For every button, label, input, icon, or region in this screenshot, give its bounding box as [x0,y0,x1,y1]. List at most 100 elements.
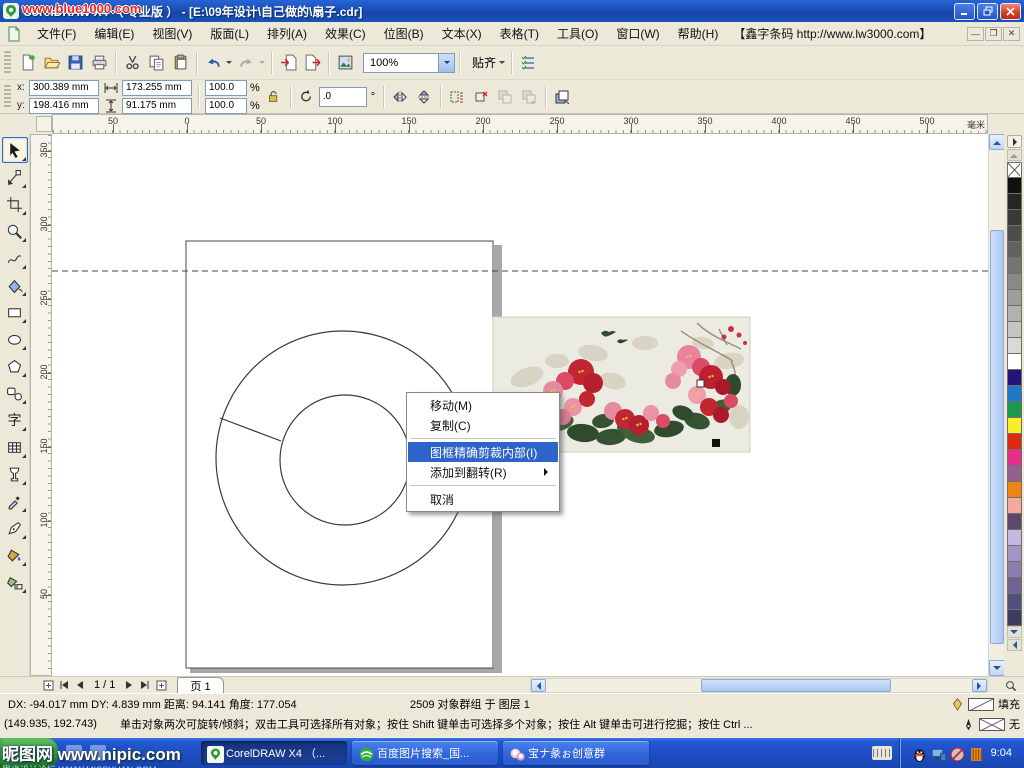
mirror-vertical-button[interactable] [412,85,436,109]
color-swatch[interactable] [1007,370,1022,386]
taskbar-button-1[interactable]: CorelDRAW X4 （... [201,741,347,765]
next-page-button[interactable] [121,678,137,693]
color-swatch[interactable] [1007,274,1022,290]
interactive-blend-tool[interactable] [2,461,28,487]
previous-page-button[interactable] [72,678,88,693]
menu-item-9[interactable]: 表格(T) [491,24,548,44]
import-button[interactable] [276,51,300,75]
paste-button[interactable] [168,51,192,75]
color-swatch[interactable] [1007,562,1022,578]
color-swatch[interactable] [1007,418,1022,434]
shape-tool[interactable] [2,164,28,190]
zoom-level-combo[interactable]: 100% [363,53,455,73]
menu-item-11[interactable]: 窗口(W) [607,24,668,44]
polygon-tool[interactable] [2,353,28,379]
redo-dropdown-arrow[interactable] [259,61,265,67]
color-swatch[interactable] [1007,210,1022,226]
palette-expand-button[interactable] [1007,639,1022,651]
palette-flyout-button[interactable] [1007,135,1022,148]
new-button[interactable] [15,51,39,75]
menu-item-5[interactable]: 排列(A) [258,24,316,44]
menu-item-6[interactable]: 效果(C) [316,24,375,44]
rotation-field[interactable]: .0 [319,87,367,107]
options-button[interactable] [516,51,540,75]
horizontal-scrollbar[interactable] [530,678,988,693]
color-swatch[interactable] [1007,450,1022,466]
eyedropper-tool[interactable] [2,488,28,514]
remove-frame-button[interactable] [469,85,493,109]
color-swatch[interactable] [1007,578,1022,594]
last-page-button[interactable] [137,678,153,693]
download-tray-icon[interactable] [968,746,983,761]
menu-item-4[interactable]: 版面(L) [201,24,258,44]
snap-dropdown-arrow[interactable] [499,61,505,67]
color-swatch[interactable] [1007,322,1022,338]
input-method-icon[interactable] [872,746,892,760]
open-button[interactable] [39,51,63,75]
scale-v-field[interactable]: 100.0 [205,98,247,114]
close-button[interactable] [1000,3,1021,20]
color-swatch[interactable] [1007,258,1022,274]
add-page-end-button[interactable] [153,678,169,693]
color-swatch[interactable] [1007,610,1022,626]
doc-restore-button[interactable]: ❐ [985,27,1002,41]
color-swatch[interactable] [1007,434,1022,450]
color-swatch[interactable] [1007,226,1022,242]
quick-launch-icon-1[interactable] [66,745,82,761]
copy-button[interactable] [144,51,168,75]
cut-button[interactable] [120,51,144,75]
page-tab[interactable]: 页 1 [177,677,223,693]
menu-item-10[interactable]: 工具(O) [548,24,607,44]
vertical-ruler[interactable]: 35030025020015010050 [30,134,52,676]
color-swatch[interactable] [1007,546,1022,562]
save-button[interactable] [63,51,87,75]
crop-tool[interactable] [2,191,28,217]
zoom-tool[interactable] [2,218,28,244]
selection-handle[interactable] [712,439,720,447]
interactive-fill-tool[interactable] [2,569,28,595]
menu-item-3[interactable]: 视图(V) [143,24,201,44]
color-swatch[interactable] [1007,482,1022,498]
no-color-swatch[interactable] [1007,162,1022,178]
scroll-up-button[interactable] [989,134,1005,150]
color-swatch[interactable] [1007,306,1022,322]
taskbar-button-3[interactable]: 宝ナ彖ぉ创意群 [503,741,649,765]
object-width-field[interactable]: 173.255 mm [122,80,192,96]
scroll-down-button[interactable] [989,660,1005,676]
toolbar-grip[interactable] [4,51,11,75]
object-height-field[interactable]: 91.175 mm [122,98,192,114]
freehand-tool[interactable] [2,245,28,271]
color-swatch[interactable] [1007,402,1022,418]
context-menu-item-7[interactable]: 取消 [408,489,558,509]
restore-button[interactable] [977,3,998,20]
to-front-button[interactable] [550,85,574,109]
context-menu-item-4[interactable]: 图框精确剪裁内部(I) [408,442,558,462]
vertical-scrollbar[interactable] [988,134,1004,676]
color-swatch[interactable] [1007,594,1022,610]
color-swatch[interactable] [1007,386,1022,402]
zoom-combo-arrow[interactable] [438,54,454,72]
undo-dropdown-arrow[interactable] [226,61,232,67]
color-swatch[interactable] [1007,514,1022,530]
doc-close-button[interactable]: ✕ [1003,27,1020,41]
color-swatch[interactable] [1007,338,1022,354]
application-launcher-button[interactable] [333,51,357,75]
palette-scroll-down-button[interactable] [1007,626,1022,638]
color-swatch[interactable] [1007,498,1022,514]
context-menu-item-2[interactable]: 复制(C) [408,415,558,435]
ruler-origin-button[interactable] [36,116,52,132]
menu-item-7[interactable]: 位图(B) [375,24,433,44]
object-y-field[interactable]: 198.416 mm [29,98,99,114]
menu-item-12[interactable]: 帮助(H) [669,24,728,44]
minimize-button[interactable] [954,3,975,20]
navigator-button[interactable] [1002,678,1020,693]
color-swatch[interactable] [1007,466,1022,482]
menu-item-1[interactable]: 文件(F) [28,24,85,44]
menu-item-2[interactable]: 编辑(E) [85,24,143,44]
pc-tray-icon[interactable] [930,746,945,761]
color-swatch[interactable] [1007,354,1022,370]
scroll-left-button[interactable] [531,679,546,692]
doc-minimize-button[interactable]: — [967,27,984,41]
context-menu-item-5[interactable]: 添加到翻转(R) [408,462,558,482]
table-tool[interactable] [2,434,28,460]
